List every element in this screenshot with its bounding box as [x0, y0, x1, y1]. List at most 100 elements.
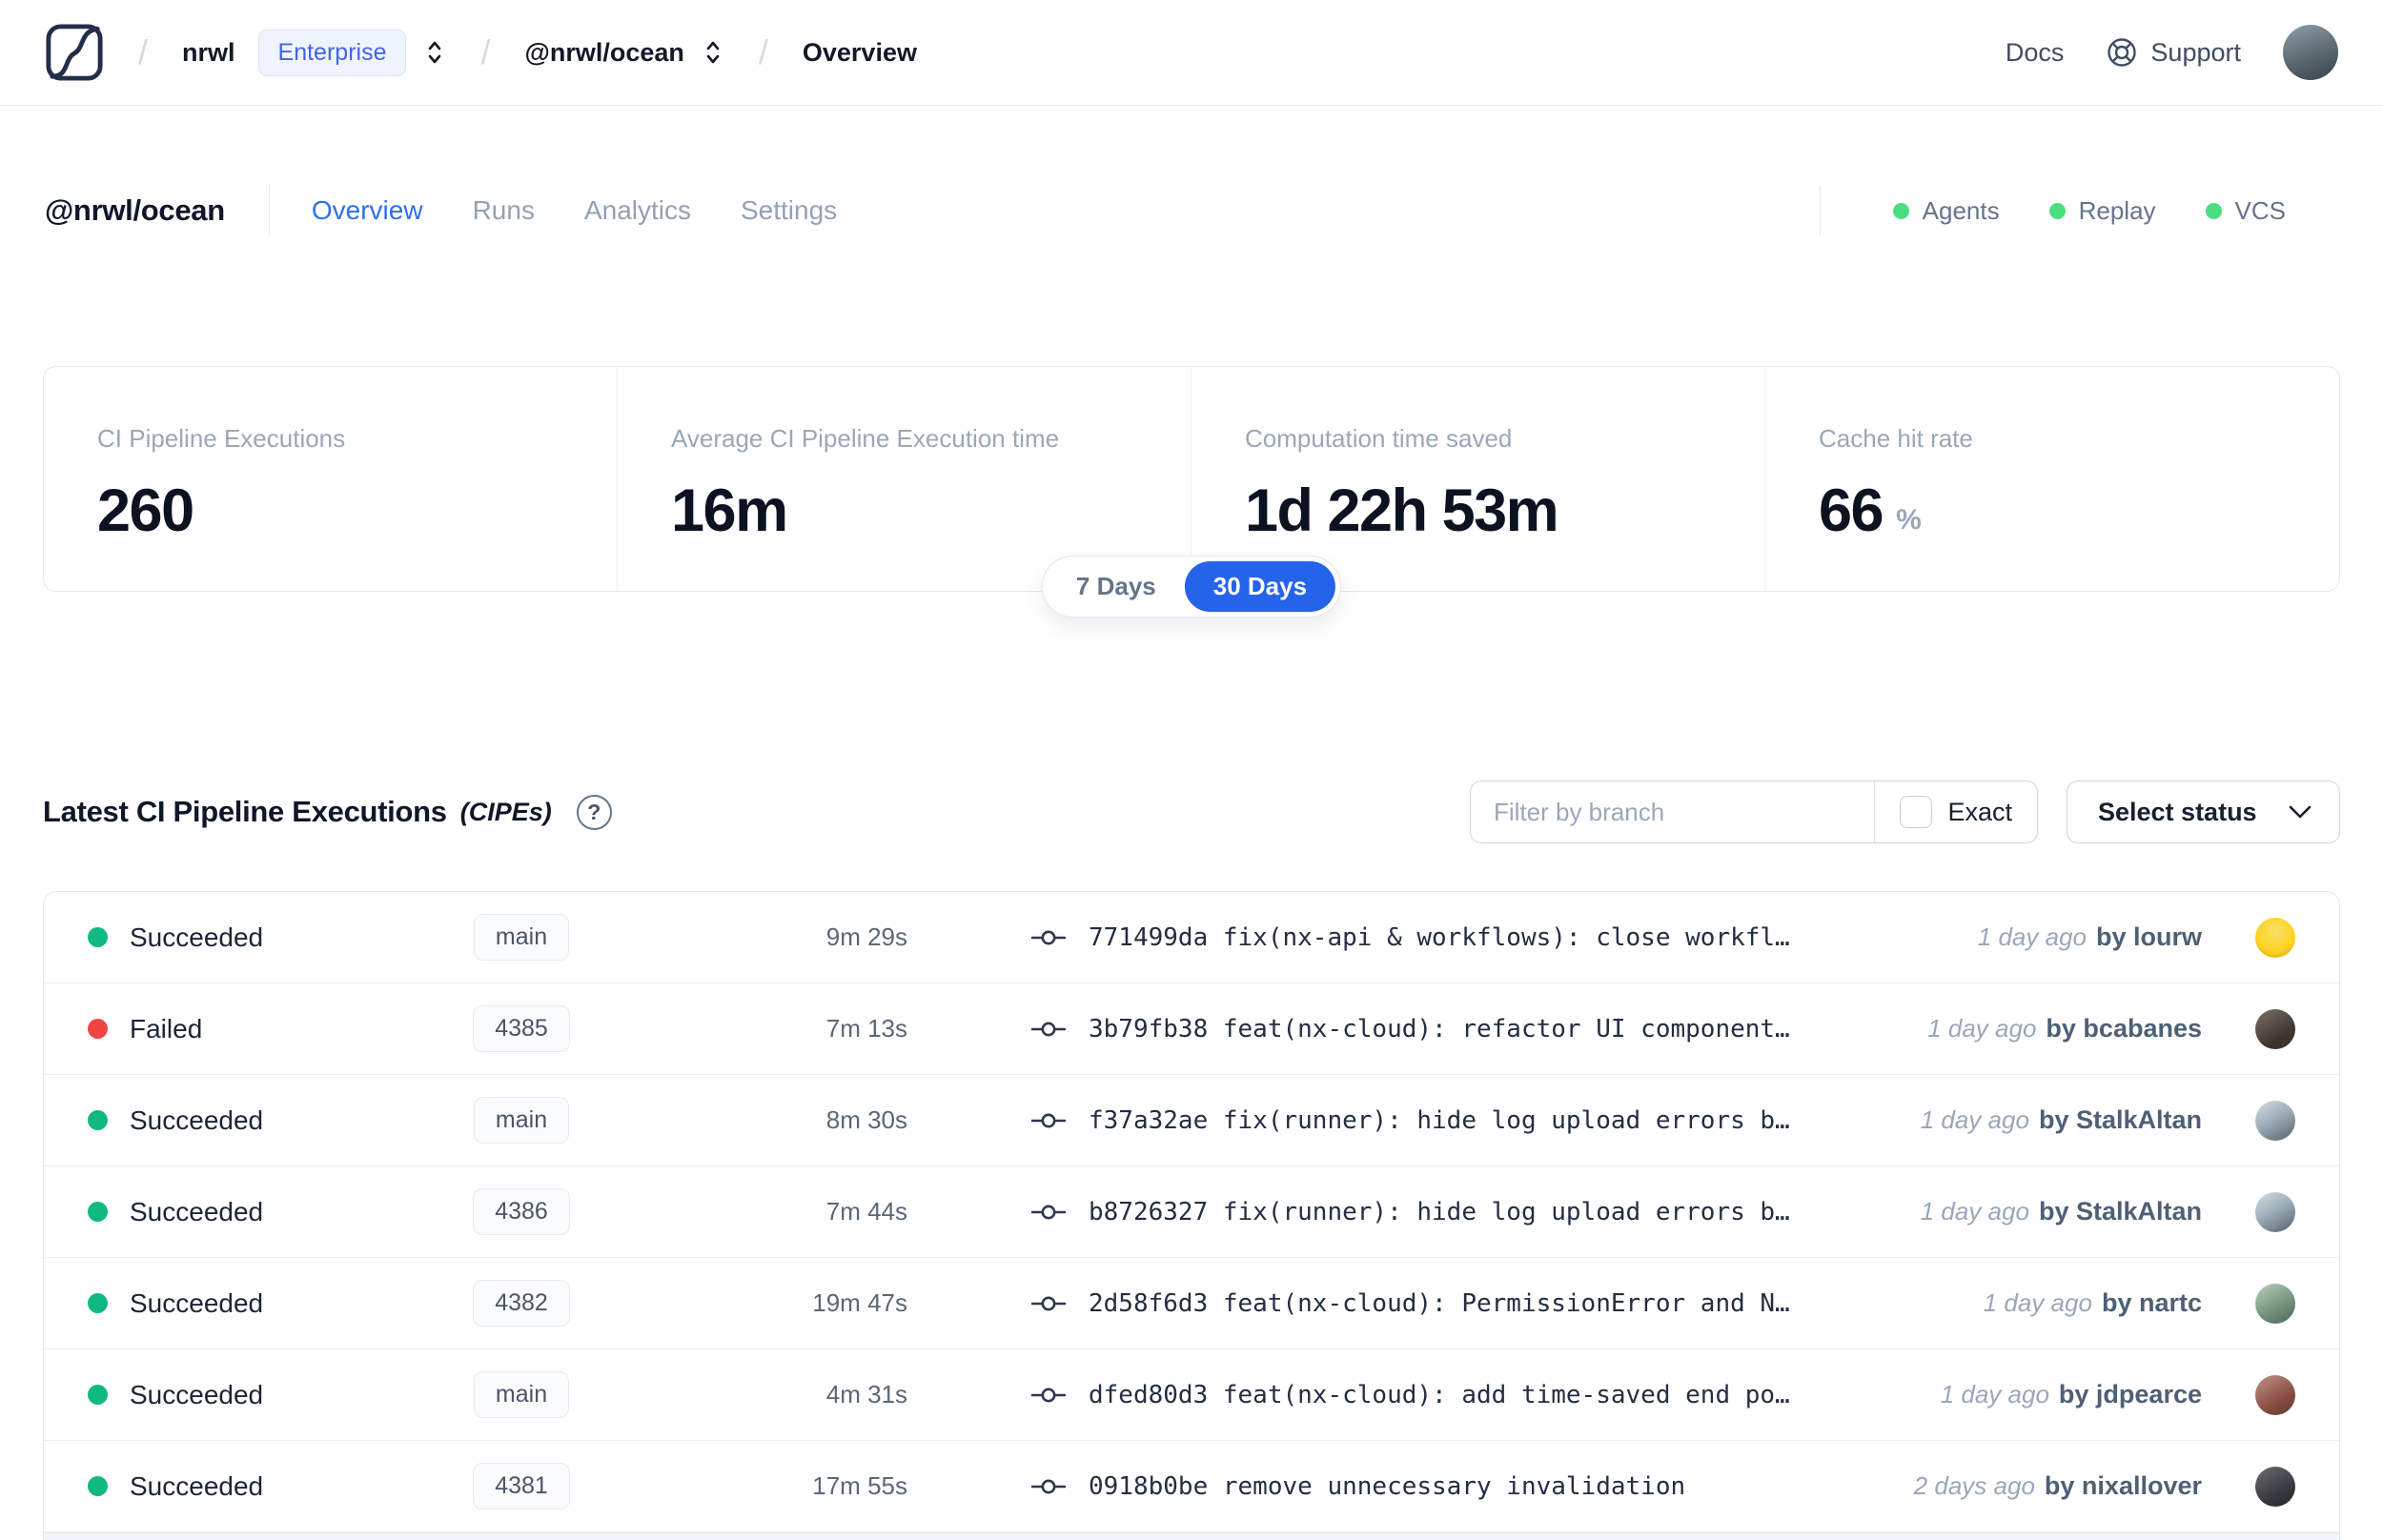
duration: 7m 13s: [825, 1014, 907, 1043]
breadcrumb-separator: /: [480, 32, 491, 71]
status-dot-icon: [2205, 202, 2222, 219]
duration: 9m 29s: [825, 922, 907, 951]
support-label: Support: [2150, 37, 2241, 67]
range-option-30-days[interactable]: 30 Days: [1184, 561, 1336, 612]
git-commit-icon: [1031, 1022, 1066, 1036]
git-commit-icon: [1031, 1296, 1066, 1310]
feature-status-list: Agents Replay VCS: [1819, 186, 2338, 235]
commit-cell: 3b79fb38 feat(nx-cloud): refactor UI com…: [1031, 1015, 1927, 1044]
commit-cell: f37a32ae fix(runner): hide log upload er…: [1031, 1106, 1921, 1135]
commit-message: 0918b0be remove unnecessary invalidation: [1089, 1471, 1686, 1501]
feature-label: Agents: [1922, 195, 2000, 225]
commit-message: dfed80d3 feat(nx-cloud): add time-saved …: [1089, 1380, 1790, 1409]
question-circle-icon[interactable]: ?: [576, 794, 612, 830]
time-ago: 1 day ago: [1983, 1288, 2092, 1317]
status-dot-icon: [2048, 202, 2066, 219]
stat-value: 1d 22h 53m: [1245, 477, 1559, 544]
table-row[interactable]: Succeeded main 8m 30s f37a32ae fix(runne…: [44, 1075, 2339, 1166]
branch-badge[interactable]: main: [473, 914, 570, 961]
row-meta: 1 day ago by bcabanes: [1927, 1014, 2225, 1044]
exact-checkbox[interactable]: [1900, 796, 1933, 828]
table-row[interactable]: Succeeded 4381 17m 55s 0918b0be remove u…: [44, 1441, 2339, 1532]
author: by StalkAltan: [2038, 1197, 2202, 1226]
feature-agents[interactable]: Agents: [1892, 195, 2000, 226]
user-avatar[interactable]: [2283, 25, 2338, 80]
tab-settings[interactable]: Settings: [741, 195, 837, 226]
status-label: Succeeded: [130, 1196, 264, 1226]
org-plan-badge[interactable]: Enterprise: [257, 29, 407, 76]
git-commit-icon: [1031, 1388, 1066, 1402]
status-label: Succeeded: [130, 1470, 264, 1501]
table-row[interactable]: Succeeded main 9m 29s 771499da fix(nx-ap…: [44, 892, 2339, 983]
duration: 7m 44s: [825, 1197, 907, 1226]
stat-label: Average CI Pipeline Execution time: [671, 424, 1060, 453]
commit-cell: b8726327 fix(runner): hide log upload er…: [1031, 1198, 1921, 1226]
cipes-title-suffix: (CIPEs): [459, 797, 552, 826]
avatar: [2255, 1374, 2295, 1415]
breadcrumb-workspace[interactable]: @nrwl/ocean: [525, 38, 684, 68]
nx-cloud-logo-icon[interactable]: [45, 23, 104, 82]
table-row[interactable]: Succeeded 4386 7m 44s b8726327 fix(runne…: [44, 1166, 2339, 1258]
commit-message: 771499da fix(nx-api & workflows): close …: [1089, 922, 1790, 952]
life-buoy-icon: [2108, 38, 2137, 67]
branch-badge[interactable]: 4385: [473, 1005, 570, 1052]
stat-label: Computation time saved: [1245, 424, 1513, 453]
branch-badge[interactable]: 4386: [473, 1188, 570, 1235]
status-dot-icon: [88, 1019, 108, 1039]
row-meta: 1 day ago by lourw: [1978, 922, 2225, 952]
author: by jdpearce: [2058, 1380, 2202, 1408]
exact-match-control: Exact: [1875, 781, 2037, 842]
branch-badge[interactable]: 4381: [473, 1463, 570, 1510]
workspace-tabs: Overview Runs Analytics Settings: [312, 195, 837, 226]
stat-label: Cache hit rate: [1819, 424, 1973, 453]
tab-overview[interactable]: Overview: [312, 195, 423, 226]
table-row[interactable]: Succeeded 4382 19m 47s 2d58f6d3 feat(nx-…: [44, 1258, 2339, 1349]
tab-analytics[interactable]: Analytics: [584, 195, 691, 226]
support-link[interactable]: Support: [2106, 36, 2241, 69]
breadcrumb-page: Overview: [802, 37, 917, 67]
cipes-header: Latest CI Pipeline Executions (CIPEs) ? …: [43, 780, 2340, 843]
status-dot-icon: [88, 1385, 108, 1405]
table-row[interactable]: Failed 4385 7m 13s 3b79fb38 feat(nx-clou…: [44, 983, 2339, 1075]
stats-section: CI Pipeline Executions 260 Average CI Pi…: [43, 366, 2340, 618]
stat-value-suffix: %: [1896, 504, 1922, 536]
git-commit-icon: [1031, 1113, 1066, 1127]
exact-label: Exact: [1947, 797, 2012, 826]
time-ago: 1 day ago: [1920, 1105, 2029, 1134]
table-row[interactable]: Succeeded main 4m 31s dfed80d3 feat(nx-c…: [44, 1349, 2339, 1441]
branch-filter-group: Exact: [1470, 780, 2038, 843]
row-meta: 1 day ago by nartc: [1984, 1288, 2225, 1318]
tab-runs[interactable]: Runs: [473, 195, 535, 226]
avatar: [2255, 1466, 2295, 1507]
workspace-switcher-chevron-up-down-icon[interactable]: [702, 37, 724, 68]
status-label: Succeeded: [130, 922, 264, 952]
git-commit-icon: [1031, 930, 1066, 944]
feature-label: VCS: [2234, 195, 2286, 225]
docs-link[interactable]: Docs: [2006, 38, 2065, 68]
branch-badge[interactable]: 4382: [473, 1280, 570, 1327]
branch-badge[interactable]: main: [473, 1371, 570, 1418]
cipes-table: Succeeded main 9m 29s 771499da fix(nx-ap…: [43, 891, 2340, 1540]
time-ago: 1 day ago: [1927, 1014, 2037, 1043]
feature-vcs[interactable]: VCS: [2205, 195, 2286, 226]
breadcrumb-org[interactable]: nrwl: [182, 38, 235, 68]
status-dot-icon: [88, 1202, 108, 1222]
stat-ci-pipeline-executions: CI Pipeline Executions 260: [44, 367, 618, 591]
branch-badge[interactable]: main: [473, 1097, 570, 1144]
row-meta: 1 day ago by jdpearce: [1941, 1380, 2225, 1409]
status-select-dropdown[interactable]: Select status: [2067, 780, 2340, 843]
branch-filter-input[interactable]: [1471, 781, 1875, 842]
org-switcher-chevron-up-down-icon[interactable]: [423, 37, 446, 68]
stat-value: 260: [97, 477, 194, 544]
author: by bcabanes: [2046, 1014, 2202, 1043]
range-option-7-days[interactable]: 7 Days: [1048, 561, 1185, 612]
feature-replay[interactable]: Replay: [2048, 196, 2156, 226]
table-footer-edge: [44, 1532, 2339, 1540]
row-meta: 1 day ago by StalkAltan: [1921, 1197, 2225, 1226]
status-dot-icon: [1892, 202, 1909, 219]
status-select-label: Select status: [2098, 797, 2257, 826]
commit-message: f37a32ae fix(runner): hide log upload er…: [1089, 1105, 1790, 1135]
status-dot-icon: [88, 1476, 108, 1496]
stat-value: 66: [1819, 477, 1884, 544]
row-meta: 1 day ago by StalkAltan: [1921, 1105, 2225, 1135]
